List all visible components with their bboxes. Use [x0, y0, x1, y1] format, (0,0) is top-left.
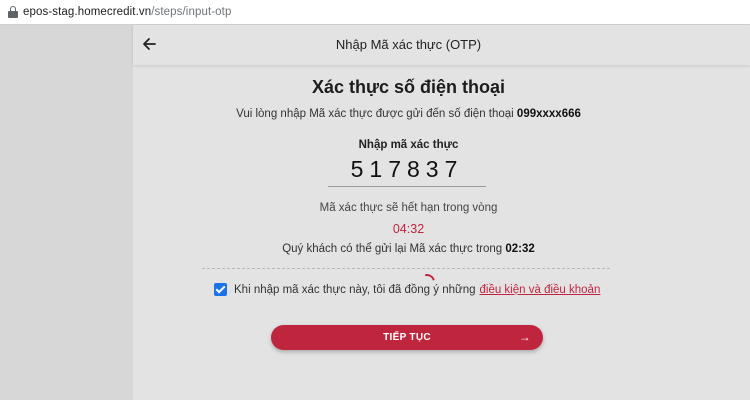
continue-button[interactable]: TIẾP TỤC →: [271, 325, 543, 350]
browser-address-bar[interactable]: epos-stag.homecredit.vn/steps/input-otp: [0, 0, 750, 25]
page-header: [133, 25, 750, 65]
url-host: epos-stag.homecredit.vn: [23, 6, 152, 18]
terms-agreement: Khi nhập mã xác thực này, tôi đã đồng ý …: [214, 283, 600, 296]
url-text[interactable]: epos-stag.homecredit.vn/steps/input-otp: [23, 6, 231, 18]
url-path: /steps/input-otp: [151, 6, 232, 18]
continue-label: TIẾP TỤC: [383, 332, 431, 343]
arrow-right-icon: →: [518, 330, 531, 344]
lock-icon: [8, 6, 18, 18]
terms-link[interactable]: điều kiện và điều khoản: [480, 284, 601, 296]
terms-text: Khi nhập mã xác thực này, tôi đã đồng ý …: [234, 283, 476, 296]
otp-input[interactable]: [328, 153, 486, 187]
terms-checkbox[interactable]: [214, 283, 227, 296]
arrow-left-icon[interactable]: [141, 36, 157, 52]
left-background: [0, 25, 133, 400]
